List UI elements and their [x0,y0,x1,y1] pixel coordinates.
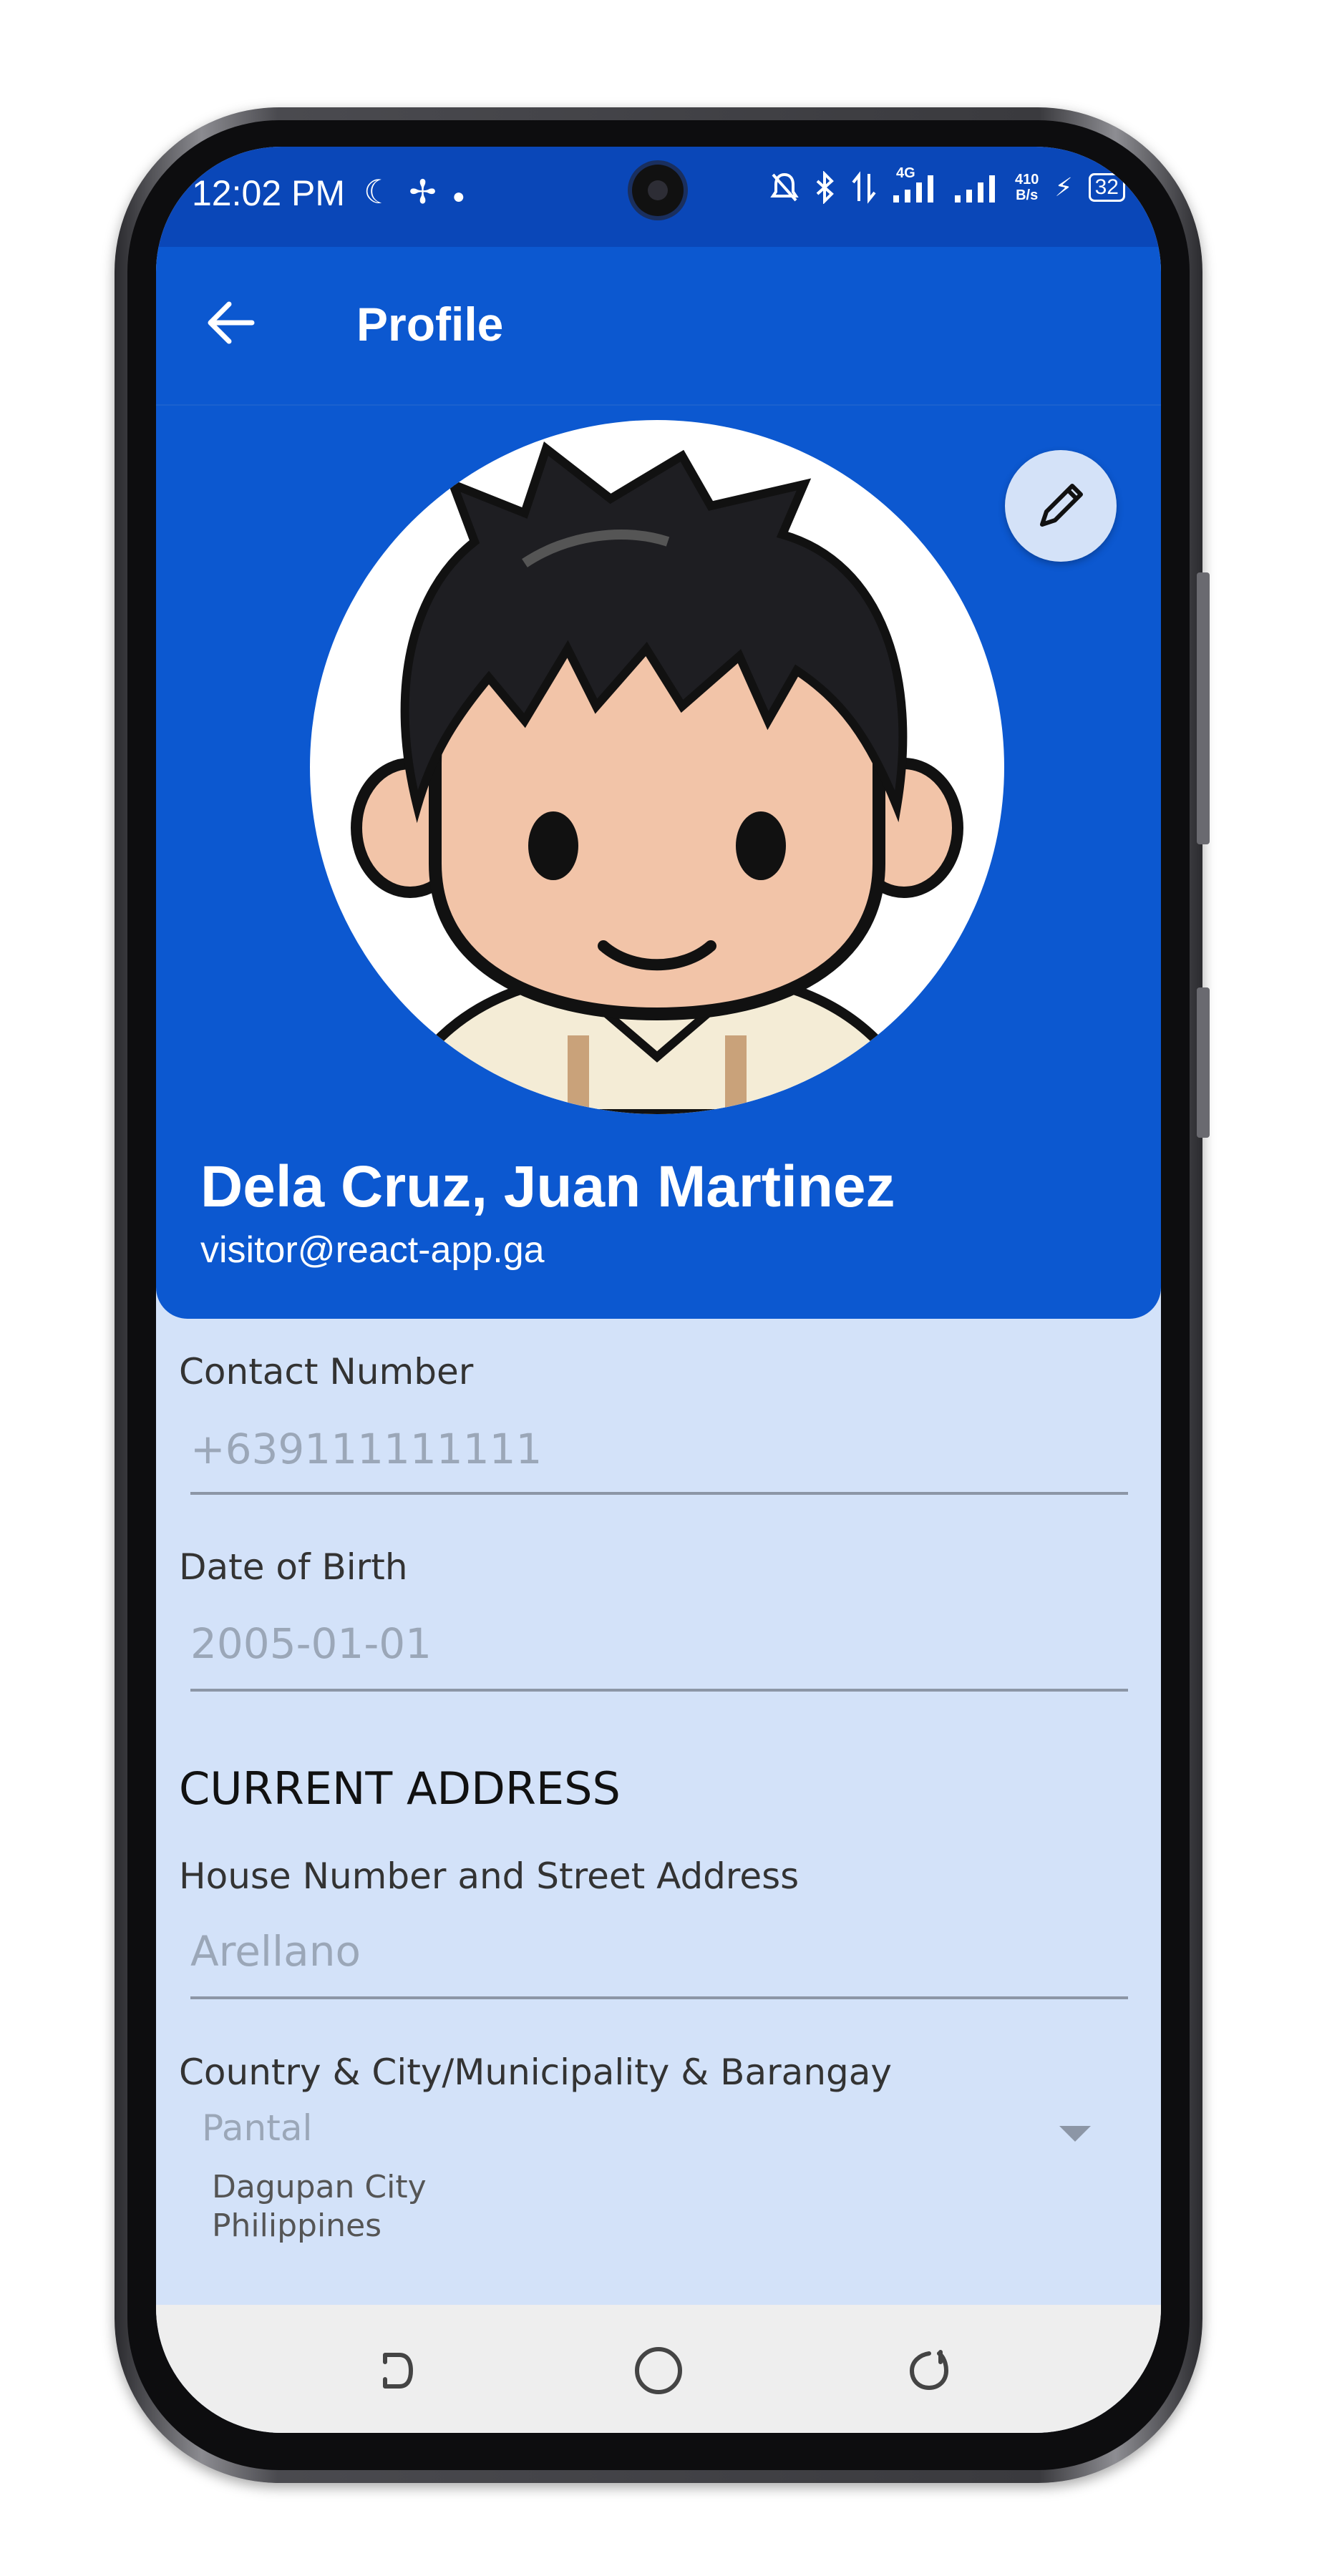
profile-form: Contact Number +639111111111 Date of Bir… [156,1319,1161,2305]
user-name: Dela Cruz, Juan Martinez [200,1154,895,1219]
phone-screen: 12:02 PM ☾✢● 4G 410 B/s ⚡ 32 Profile Del… [156,147,1161,2433]
app-bar: Profile [156,247,1161,406]
pencil-icon [1040,484,1083,527]
avatar [310,420,1004,1114]
contact-number-underline [190,1492,1128,1495]
current-address-heading: CURRENT ADDRESS [179,1762,621,1815]
arrow-left-icon[interactable] [203,294,261,351]
front-camera [632,165,684,216]
system-nav-bar [156,2305,1161,2433]
moon-icon: ☾ [364,173,409,210]
charging-icon: ⚡ [1054,172,1073,202]
data-transfer-icon [852,171,876,204]
signal-4g-icon: 4G [892,165,938,204]
date-of-birth-label: Date of Birth [179,1546,408,1588]
street-address-underline [190,1996,1128,1999]
network-speed-unit: B/s [1016,187,1039,203]
country-text: Philippines [212,2207,382,2244]
bluetooth-icon [816,171,834,204]
battery-indicator: 32 [1088,173,1125,202]
status-left-icons: ☾✢● [364,172,481,211]
signal-icon [954,175,995,203]
user-email: visitor@react-app.ga [200,1229,545,1271]
date-of-birth-field[interactable]: 2005-01-01 [190,1619,432,1668]
fan-icon: ✢ [409,173,452,210]
avatar-illustration [351,441,963,1114]
contact-number-field[interactable]: +639111111111 [190,1425,542,1473]
status-time: 12:02 PM [192,173,346,213]
status-right-icons: 4G 410 B/s ⚡ 32 [770,165,1125,204]
profile-header: Dela Cruz, Juan Martinez visitor@react-a… [156,406,1161,1319]
location-label: Country & City/Municipality & Barangay [179,2051,892,2093]
street-address-field[interactable]: Arellano [190,1927,361,1976]
volume-button [1197,572,1210,844]
power-button [1197,987,1210,1138]
home-icon[interactable] [630,2342,687,2399]
network-speed-value: 410 [1014,172,1039,187]
mute-icon [770,172,799,202]
network-speed: 410 B/s [1015,172,1039,203]
dot-icon: ● [452,185,481,208]
date-of-birth-underline [190,1689,1128,1692]
barangay-dropdown[interactable]: Pantal [202,2107,312,2149]
street-address-label: House Number and Street Address [179,1855,800,1897]
recent-apps-icon[interactable] [364,2342,421,2399]
edit-profile-button[interactable] [1005,450,1117,562]
status-bar: 12:02 PM ☾✢● 4G 410 B/s ⚡ 32 [156,147,1161,247]
contact-number-label: Contact Number [179,1351,474,1392]
chevron-down-icon[interactable] [1059,2126,1091,2142]
back-nav-icon[interactable] [900,2342,958,2399]
page-title: Profile [356,298,504,351]
city-text: Dagupan City [212,2169,427,2205]
